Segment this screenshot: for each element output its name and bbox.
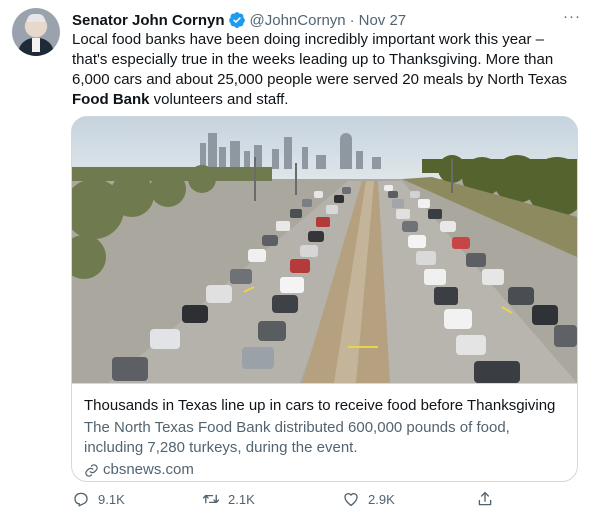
- card-description-line: including 7,280 turkeys, during the even…: [84, 439, 358, 456]
- tweet-text-line: 6,000 cars and about 25,000 people were …: [72, 71, 568, 88]
- author-name[interactable]: Senator John Cornyn: [72, 12, 225, 29]
- link-card[interactable]: Thousands in Texas line up in cars to re…: [71, 116, 578, 482]
- tweet-header: Senator John Cornyn @JohnCornyn · Nov 27: [72, 10, 406, 30]
- reply-icon: [74, 492, 88, 507]
- avatar[interactable]: [12, 8, 60, 56]
- share-icon: [478, 491, 492, 506]
- tweet-text-span: volunteers and staff.: [149, 91, 289, 108]
- heart-icon: [344, 493, 358, 507]
- tweet-text-line: that's especially true in the weeks lead…: [72, 51, 554, 68]
- like-button[interactable]: 2.9K: [342, 490, 395, 508]
- author-handle[interactable]: @JohnCornyn: [250, 12, 346, 29]
- bold-text: Food Bank: [72, 91, 150, 108]
- card-domain-text[interactable]: cbsnews.com: [103, 460, 194, 480]
- reply-count: 9.1K: [98, 491, 125, 507]
- verified-badge-icon: [228, 12, 245, 28]
- retweet-button[interactable]: 2.1K: [202, 490, 255, 508]
- tweet-text-line: Food Bank volunteers and staff.: [72, 90, 577, 110]
- card-description-line: The North Texas Food Bank distributed 60…: [84, 419, 510, 436]
- more-options-icon[interactable]: ···: [561, 8, 583, 28]
- tweet-text-line: Local food banks have been doing incredi…: [72, 31, 544, 48]
- tweet-text: Local food banks have been doing incredi…: [72, 30, 577, 110]
- card-title[interactable]: Thousands in Texas line up in cars to re…: [84, 396, 565, 416]
- tweet: Senator John Cornyn @JohnCornyn · Nov 27…: [0, 0, 593, 516]
- like-count: 2.9K: [368, 491, 395, 507]
- separator-dot: ·: [349, 11, 355, 29]
- reply-button[interactable]: 9.1K: [72, 490, 125, 508]
- card-info[interactable]: Thousands in Texas line up in cars to re…: [72, 383, 577, 481]
- card-description: The North Texas Food Bank distributed 60…: [84, 418, 565, 458]
- tweet-actions: 9.1K 2.1K 2.9K: [72, 490, 502, 512]
- retweet-icon: [202, 494, 220, 504]
- share-button[interactable]: [476, 490, 502, 508]
- link-icon: [85, 463, 98, 477]
- tweet-date[interactable]: Nov 27: [359, 12, 407, 29]
- retweet-count: 2.1K: [228, 491, 255, 507]
- card-domain[interactable]: cbsnews.com: [84, 460, 565, 480]
- card-image[interactable]: [72, 117, 577, 383]
